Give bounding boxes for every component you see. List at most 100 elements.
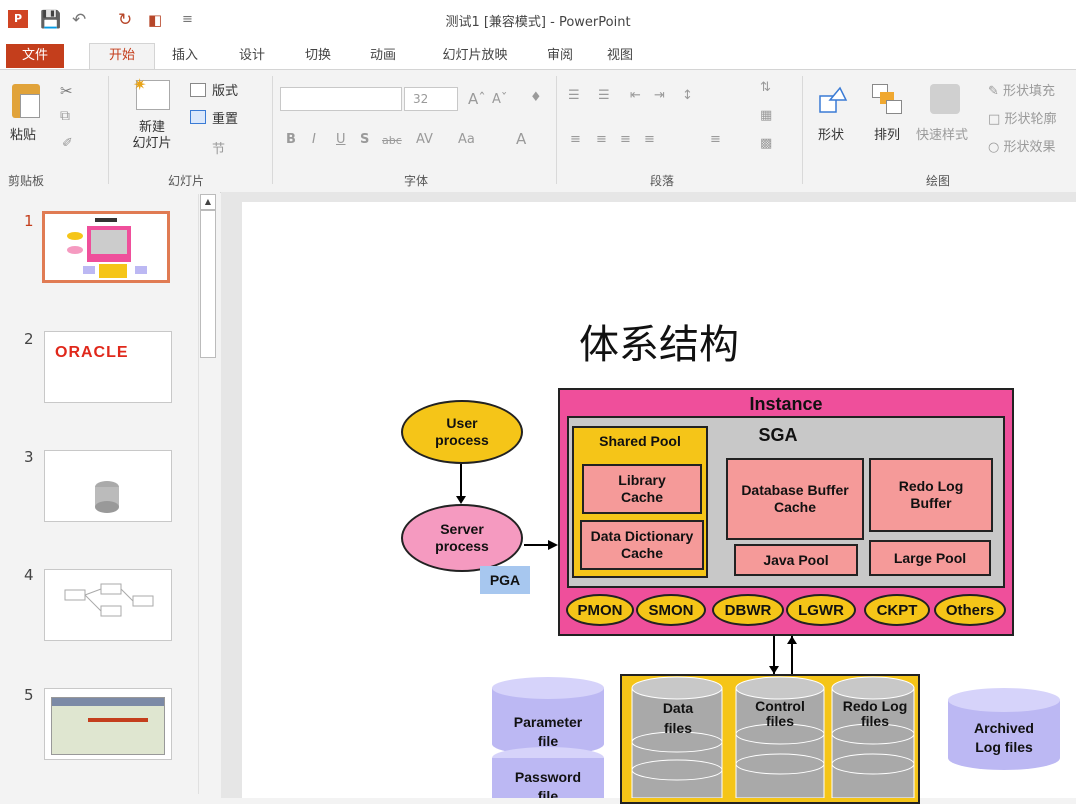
shape-outline-icon: □ [988,112,1001,127]
align-center-icon[interactable]: ≡ [596,132,607,147]
shapes-button[interactable]: 形状 [818,124,844,143]
process-dbwr[interactable]: DBWR [712,594,784,626]
columns-icon[interactable]: ≡ [710,132,721,147]
process-ckpt[interactable]: CKPT [864,594,930,626]
pga-box[interactable]: PGA [480,566,530,594]
archived-log-files[interactable]: Archived Log files [954,716,1054,760]
large-pool-box[interactable]: Large Pool [869,540,991,576]
format-painter-icon[interactable]: ✐ [62,136,73,151]
layout-button[interactable]: 版式 [212,80,238,99]
tab-file[interactable]: 文件 [6,44,64,68]
font-size-box[interactable]: 32 [404,87,458,111]
redo-log-buffer-label: Redo Log Buffer [898,478,964,511]
scroll-up-icon[interactable]: ▲ [200,194,216,210]
underline-icon[interactable]: U [336,132,346,147]
shape-outline-button[interactable]: □ 形状轮廓 [988,108,1056,127]
bold-icon[interactable]: B [286,132,296,147]
group-separator [108,76,109,184]
new-slide-button[interactable]: 新建 幻灯片 [124,120,180,152]
shared-pool-label: Shared Pool [599,433,681,449]
new-slide-icon[interactable]: ✷ [133,75,170,110]
slide-thumbnail-2[interactable]: ORACLE [44,331,172,403]
shadow-icon[interactable]: S [360,132,369,147]
section-button[interactable]: 节 [212,138,225,157]
decrease-font-icon[interactable]: Aˇ [492,92,507,107]
tab-review[interactable]: 审阅 [540,44,580,68]
smartart-icon[interactable]: ▩ [760,136,772,151]
java-pool-box[interactable]: Java Pool [734,544,858,576]
quick-styles-icon[interactable] [930,84,960,114]
shape-fill-button[interactable]: ✎ 形状填充 [988,80,1055,99]
slide-thumbnail-1[interactable] [42,211,170,283]
tab-view[interactable]: 视图 [600,44,640,68]
strikethrough-icon[interactable]: abc [382,134,402,147]
decrease-indent-icon[interactable]: ⇤ [630,88,641,103]
justify-icon[interactable]: ≡ [644,132,655,147]
database-buffer-cache-box[interactable]: Database Buffer Cache [726,458,864,540]
font-group-label: 字体 [404,174,429,188]
font-color-icon[interactable]: A [516,130,526,148]
paste-button[interactable]: 粘贴 [10,124,36,143]
data-dictionary-cache-box[interactable]: Data Dictionary Cache [580,520,704,570]
align-left-icon[interactable]: ≡ [570,132,581,147]
align-right-icon[interactable]: ≡ [620,132,631,147]
arrange-button[interactable]: 排列 [874,124,900,143]
library-cache-box[interactable]: Library Cache [582,464,702,514]
group-separator [272,76,273,184]
sga-label: SGA [758,424,798,445]
char-spacing-icon[interactable]: AV [416,132,433,147]
shape-fill-label: 形状填充 [1003,84,1056,99]
font-name-box[interactable] [280,87,402,111]
shape-effects-button[interactable]: ○ 形状效果 [988,136,1056,155]
bullets-icon[interactable]: ☰ [568,88,580,103]
tab-animations[interactable]: 动画 [358,44,408,68]
tab-transitions[interactable]: 切换 [293,44,343,68]
clear-format-icon[interactable]: ♦ [530,90,542,105]
user-process[interactable]: User process [401,400,523,464]
shape-effects-icon: ○ [988,140,1000,155]
control-files-label: Control files [755,698,805,729]
process-others[interactable]: Others [934,594,1006,626]
increase-indent-icon[interactable]: ⇥ [654,88,665,103]
arrange-icon[interactable] [872,84,902,114]
thumbnail-scrollbar[interactable]: ▲ [198,194,216,794]
clipboard-group-label: 剪贴板 [8,174,45,188]
slide-canvas[interactable]: 体系结构 User process Server process PGA Ins… [242,202,1076,804]
process-pmon[interactable]: PMON [566,594,634,626]
redo-log-files[interactable]: Redo Log files [834,696,916,732]
cut-icon[interactable]: ✂ [60,82,73,100]
slide-thumbnail-4[interactable] [44,569,172,641]
paste-icon[interactable] [12,84,40,118]
tab-insert[interactable]: 插入 [160,44,210,68]
data-files[interactable]: Data files [638,698,718,738]
password-file[interactable]: Password file [498,768,598,798]
scrollbar-thumb[interactable] [200,210,216,358]
tab-slideshow[interactable]: 幻灯片放映 [430,44,520,68]
library-cache-label: Library Cache [618,472,666,505]
group-separator [556,76,557,184]
group-separator [802,76,803,184]
copy-icon[interactable]: ⧉ [60,108,70,124]
increase-font-icon[interactable]: Aˆ [468,90,486,108]
control-files[interactable]: Control files [736,696,824,732]
reset-button[interactable]: 重置 [212,108,238,127]
numbering-icon[interactable]: ☰ [598,88,610,103]
slide-thumbnail-5[interactable] [44,688,172,760]
process-lgwr[interactable]: LGWR [786,594,856,626]
slide-number: 4 [24,566,34,584]
italic-icon[interactable]: I [312,132,316,147]
process-smon[interactable]: SMON [636,594,706,626]
align-text-icon[interactable]: ▦ [760,108,772,123]
parameter-file[interactable]: Parameter file [498,710,598,754]
tab-home[interactable]: 开始 [89,43,155,69]
shapes-icon[interactable] [818,84,848,114]
redo-log-buffer-box[interactable]: Redo Log Buffer [869,458,993,532]
server-process[interactable]: Server process [401,504,523,572]
slide-thumbnail-3[interactable] [44,450,172,522]
tab-design[interactable]: 设计 [227,44,277,68]
text-direction-icon[interactable]: ⇅ [760,80,771,95]
quick-styles-button[interactable]: 快速样式 [916,124,968,143]
line-spacing-icon[interactable]: ↕ [682,88,693,103]
slide-number: 5 [24,686,34,704]
change-case-icon[interactable]: Aa [458,132,475,147]
